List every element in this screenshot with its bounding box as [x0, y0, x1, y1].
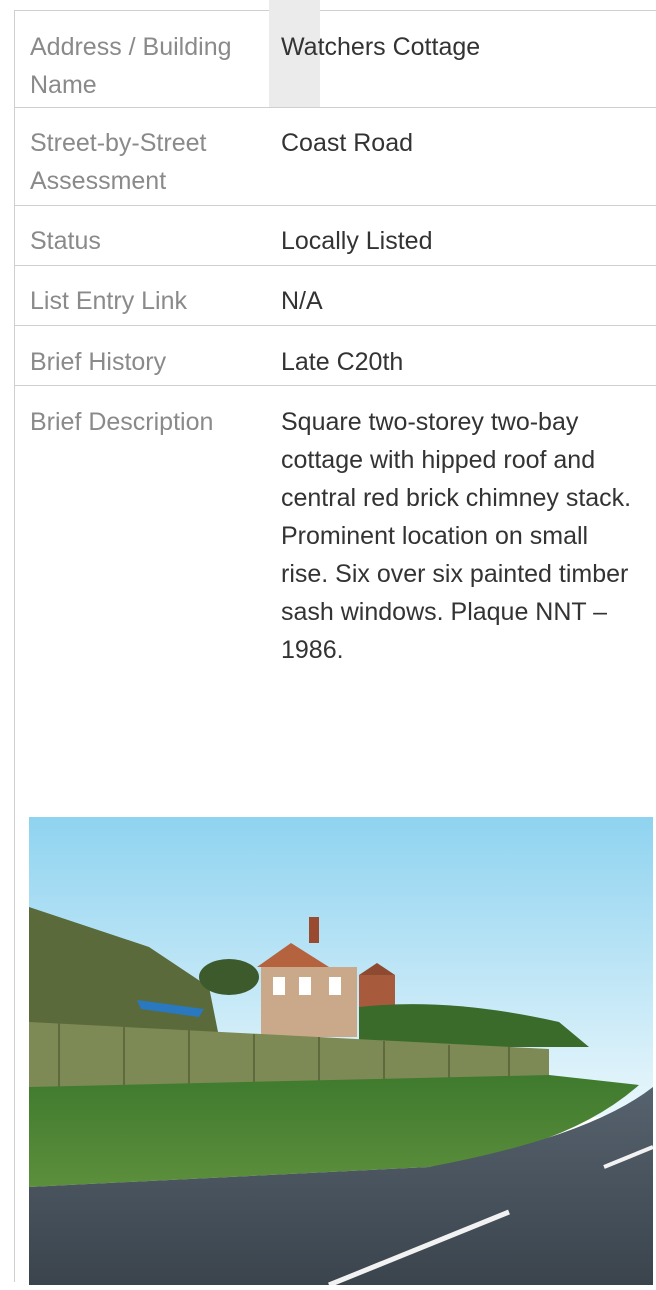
row-label: Status	[30, 227, 101, 255]
row-value: Watchers Cottage	[281, 33, 481, 61]
row-value: Coast Road	[281, 129, 414, 157]
row-label: Brief History	[30, 348, 167, 376]
row-value: Late C20th	[281, 348, 404, 376]
building-photo	[29, 817, 653, 1285]
row-label: Brief Description	[30, 408, 214, 436]
table-row-description: Brief Description Square two-storey two-…	[14, 386, 656, 786]
table-row-street: Street-by-Street Assessment Coast Road	[14, 108, 656, 206]
row-label: List Entry Link	[30, 287, 188, 315]
table-row-list-entry: List Entry Link N/A	[14, 266, 656, 326]
row-label: Street-by-Street Assessment	[30, 129, 207, 195]
table-row-history: Brief History Late C20th	[14, 326, 656, 386]
table-row-status: Status Locally Listed	[14, 206, 656, 266]
table-row-address: Address / Building Name Watchers Cottage	[14, 11, 656, 108]
row-label: Address / Building Name	[30, 33, 232, 99]
row-value: Locally Listed	[281, 227, 433, 255]
row-value: N/A	[281, 287, 323, 315]
row-value: Square two-storey two-bay cottage with h…	[281, 408, 632, 664]
